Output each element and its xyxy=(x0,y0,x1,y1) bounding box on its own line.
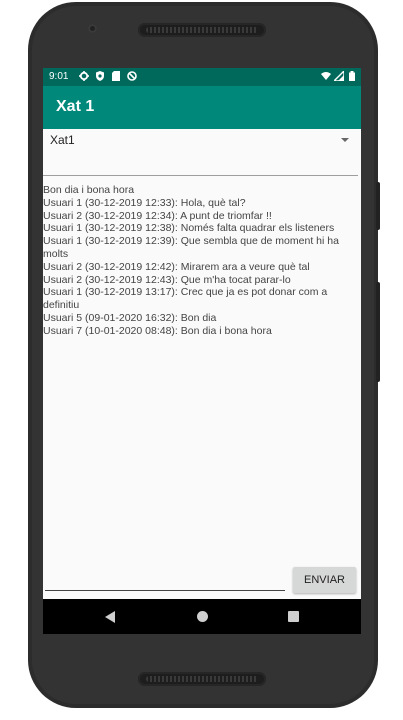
log-line: Usuari 1 (30-12-2019 12:39): Que sembla … xyxy=(43,235,342,260)
wifi-icon xyxy=(321,72,331,80)
top-speaker xyxy=(138,23,266,37)
app-bar: Xat 1 xyxy=(43,86,361,129)
message-log: Bon dia i bona hora Usuari 1 (30-12-2019… xyxy=(43,184,359,338)
gear-icon xyxy=(79,71,89,81)
app-title: Xat 1 xyxy=(56,98,95,115)
log-line: Usuari 7 (10-01-2020 08:48): Bon dia i b… xyxy=(43,324,272,337)
bottom-speaker xyxy=(138,672,266,686)
chat-selector-underline xyxy=(43,175,358,176)
message-input[interactable] xyxy=(45,568,289,590)
log-line: Usuari 1 (30-12-2019 12:33): Hola, què t… xyxy=(43,196,246,209)
status-time: 9:01 xyxy=(49,71,69,82)
power-button[interactable] xyxy=(376,182,380,230)
send-button[interactable]: ENVIAR xyxy=(293,567,356,593)
chat-selector-value: Xat1 xyxy=(50,133,75,147)
log-line: Bon dia i bona hora xyxy=(43,184,135,196)
chat-selector[interactable]: Xat1 xyxy=(48,131,354,151)
screen: 9:01 Xat 1 Xat1 Bon dia i bona hora Usua… xyxy=(43,68,361,634)
front-camera xyxy=(88,24,97,33)
status-bar: 9:01 xyxy=(43,68,361,86)
log-line: Usuari 2 (30-12-2019 12:42): Mirarem ara… xyxy=(43,260,310,273)
log-line: Usuari 5 (09-01-2020 16:32): Bon dia xyxy=(43,311,217,324)
signal-icon xyxy=(334,71,344,81)
sd-card-icon xyxy=(112,71,120,81)
navigation-bar xyxy=(43,599,361,634)
log-line: Usuari 2 (30-12-2019 12:43): Que m'ha to… xyxy=(43,273,291,286)
shield-icon xyxy=(96,71,104,81)
no-sync-icon xyxy=(127,71,137,81)
message-input-underline xyxy=(45,590,285,591)
dropdown-arrow-icon[interactable] xyxy=(341,138,349,142)
log-line: Usuari 2 (30-12-2019 12:34): A punt de t… xyxy=(43,209,272,222)
log-line: Usuari 1 (30-12-2019 13:17): Crec que ja… xyxy=(43,286,331,312)
back-icon[interactable] xyxy=(105,611,115,623)
recent-apps-icon[interactable] xyxy=(288,611,299,622)
volume-button[interactable] xyxy=(376,282,380,382)
log-line: Usuari 1 (30-12-2019 12:38): Només falta… xyxy=(43,222,335,235)
battery-icon xyxy=(349,71,355,81)
home-icon[interactable] xyxy=(197,611,208,622)
